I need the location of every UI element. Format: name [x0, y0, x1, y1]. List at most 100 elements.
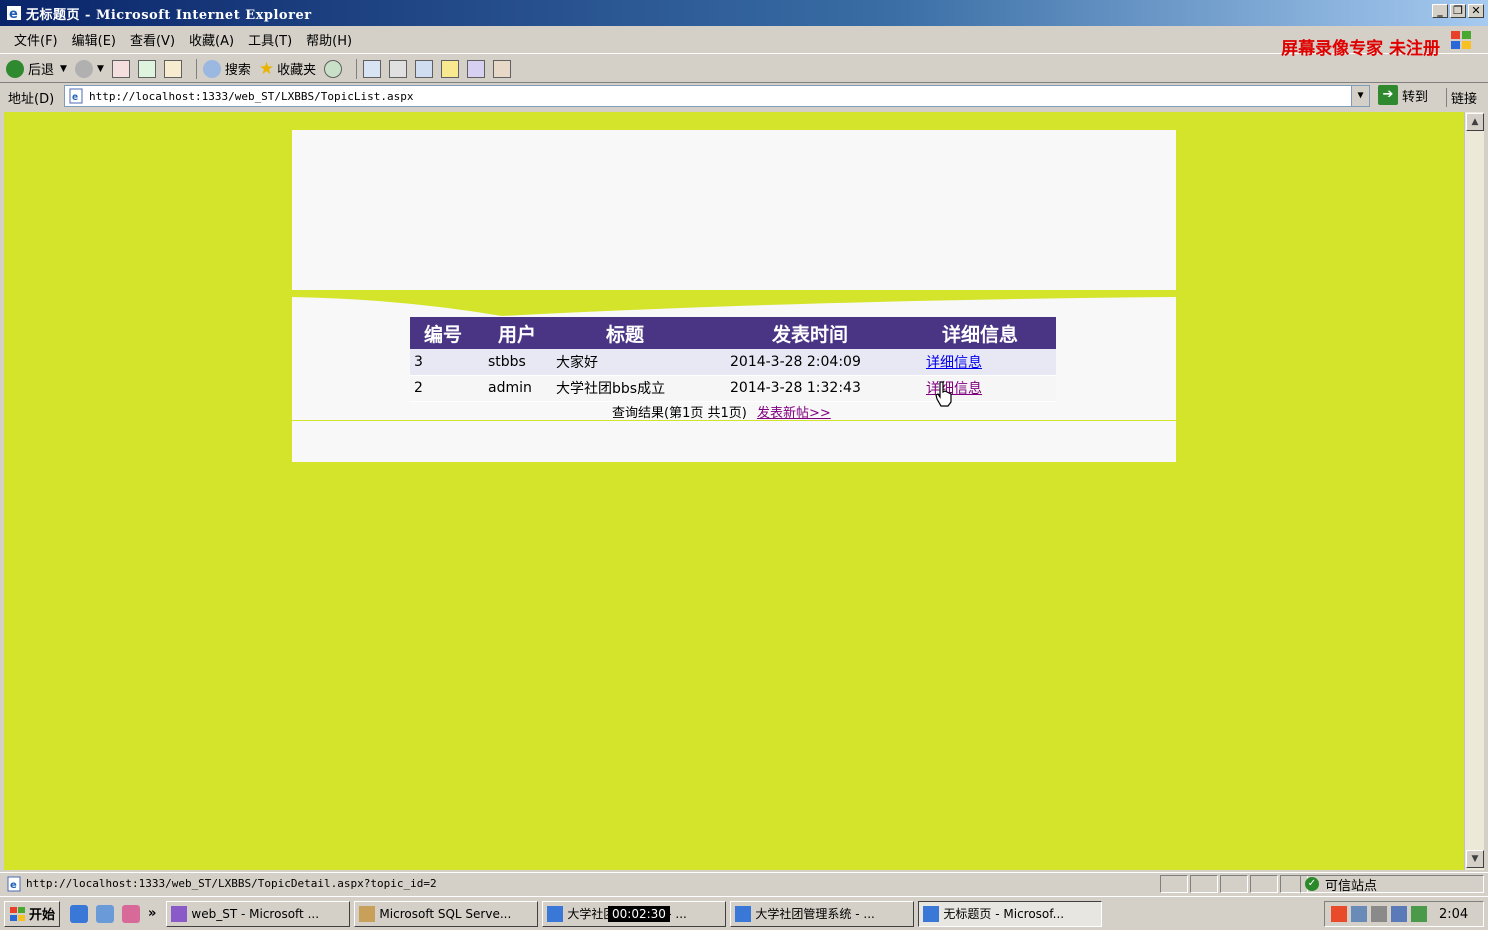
- page-viewport: 编号 用户 标题 发表时间 详细信息 3 stbbs 大家好 2014-3-28…: [4, 112, 1464, 870]
- menu-view[interactable]: 查看(V): [124, 30, 181, 49]
- task-label: 大学社团管理系统 - ...: [755, 907, 875, 921]
- header-id: 编号: [410, 317, 484, 349]
- topic-table: 编号 用户 标题 发表时间 详细信息 3 stbbs 大家好 2014-3-28…: [410, 317, 1056, 402]
- address-dropdown-icon[interactable]: ▼: [1351, 86, 1369, 106]
- menu-edit[interactable]: 编辑(E): [66, 30, 122, 49]
- forward-button[interactable]: ▼: [74, 59, 104, 78]
- ie-icon: e: [7, 6, 21, 21]
- vertical-scrollbar[interactable]: ▲ ▼: [1464, 112, 1484, 870]
- svg-text:e: e: [10, 880, 17, 891]
- minimize-button[interactable]: _: [1432, 4, 1448, 18]
- table-row: 3 stbbs 大家好 2014-3-28 2:04:09 详细信息: [410, 349, 1056, 376]
- quick-launch: »: [70, 904, 162, 923]
- back-button[interactable]: 后退 ▼: [6, 59, 67, 78]
- sql-agent-icon[interactable]: [1371, 906, 1387, 922]
- pager-text: 查询结果(第1页 共1页): [612, 406, 747, 421]
- monitor-icon[interactable]: [1391, 906, 1407, 922]
- start-button[interactable]: 开始: [4, 900, 61, 927]
- toolbar-separator: [195, 58, 197, 79]
- refresh-icon[interactable]: [137, 59, 156, 78]
- check-icon: ✓: [1305, 877, 1319, 891]
- ie-icon: [923, 905, 940, 922]
- task-label: Microsoft SQL Serve...: [379, 906, 512, 921]
- scroll-down-icon[interactable]: ▼: [1466, 850, 1484, 868]
- header-title: 标题: [554, 317, 714, 349]
- address-input[interactable]: e http://localhost:1333/web_ST/LXBBS/Top…: [64, 85, 1370, 107]
- menu-bar: 文件(F) 编辑(E) 查看(V) 收藏(A) 工具(T) 帮助(H) 屏幕录像…: [0, 26, 1488, 59]
- edit-launch-icon[interactable]: [122, 904, 141, 923]
- address-label: 地址(D): [8, 91, 55, 107]
- research-icon[interactable]: [493, 59, 512, 78]
- window-title: 无标题页 - Microsoft Internet Explorer: [26, 7, 312, 23]
- go-button[interactable]: ➔ 转到: [1378, 85, 1428, 105]
- toolbar-separator: [356, 58, 358, 79]
- more-chevron-icon[interactable]: »: [148, 906, 156, 921]
- recorder-icon[interactable]: [1411, 906, 1427, 922]
- ie-launch-icon[interactable]: [70, 904, 89, 923]
- task-button[interactable]: 大学社团管理系统 - ...: [730, 900, 915, 927]
- menu-tools[interactable]: 工具(T): [242, 30, 298, 49]
- detail-link[interactable]: 详细信息: [926, 355, 982, 371]
- back-dropdown-icon[interactable]: ▼: [60, 64, 67, 74]
- clock: 2:04: [1439, 906, 1469, 922]
- messenger-icon[interactable]: [467, 59, 486, 78]
- page-icon: e: [7, 876, 21, 891]
- print-icon[interactable]: [389, 59, 408, 78]
- back-arrow-icon: [6, 59, 24, 78]
- cell-title: 大学社团bbs成立: [554, 375, 714, 402]
- network-icon[interactable]: [1351, 906, 1367, 922]
- ie-icon: [547, 905, 564, 922]
- favorites-button[interactable]: ★ 收藏夹: [259, 59, 316, 79]
- header-user: 用户: [484, 317, 554, 349]
- status-url: http://localhost:1333/web_ST/LXBBS/Topic…: [26, 877, 437, 890]
- back-label: 后退: [28, 63, 55, 78]
- star-icon: ★: [258, 58, 275, 79]
- security-zone: ✓ 可信站点: [1300, 875, 1484, 894]
- menu-file[interactable]: 文件(F): [8, 30, 64, 49]
- task-button[interactable]: 无标题页 - Microsof...: [918, 900, 1103, 927]
- search-label: 搜索: [224, 63, 251, 78]
- recording-timer: 00:02:30: [608, 906, 670, 922]
- svg-text:e: e: [72, 92, 78, 103]
- task-button[interactable]: web_ST - Microsoft ...: [166, 900, 351, 927]
- cell-user: admin: [484, 375, 554, 402]
- edit-icon[interactable]: [415, 59, 434, 78]
- cell-time: 2014-3-28 1:32:43: [714, 375, 914, 402]
- ie-icon: [735, 905, 752, 922]
- windows-logo-icon: [1451, 31, 1471, 49]
- menu-favorites[interactable]: 收藏(A): [183, 30, 240, 49]
- forward-dropdown-icon[interactable]: ▼: [97, 64, 104, 74]
- status-cell: [1160, 875, 1188, 893]
- system-tray: 2:04: [1324, 901, 1484, 927]
- status-bar: e http://localhost:1333/web_ST/LXBBS/Top…: [0, 872, 1488, 894]
- input-method-icon[interactable]: [1331, 906, 1347, 922]
- pager: 查询结果(第1页 共1页) 发表新帖>>: [612, 402, 831, 421]
- search-icon: [202, 59, 221, 78]
- cell-time: 2014-3-28 2:04:09: [714, 349, 914, 376]
- task-label: 无标题页 - Microsof...: [943, 907, 1065, 921]
- new-post-link[interactable]: 发表新帖>>: [757, 406, 831, 421]
- links-button[interactable]: 链接: [1446, 88, 1477, 107]
- title-bar: e 无标题页 - Microsoft Internet Explorer _ ❐…: [0, 0, 1488, 26]
- restore-button[interactable]: ❐: [1450, 4, 1466, 18]
- stop-icon[interactable]: [111, 59, 130, 78]
- cell-id: 3: [410, 349, 484, 376]
- scroll-up-icon[interactable]: ▲: [1466, 113, 1484, 131]
- home-icon[interactable]: [163, 59, 182, 78]
- mail-icon[interactable]: [363, 59, 382, 78]
- menu-help[interactable]: 帮助(H): [300, 30, 358, 49]
- close-button[interactable]: ✕: [1468, 4, 1484, 18]
- status-cell: [1220, 875, 1248, 893]
- refresh-launch-icon[interactable]: [96, 904, 115, 923]
- table-header-row: 编号 用户 标题 发表时间 详细信息: [410, 317, 1056, 349]
- toolbar: 后退 ▼ ▼ 搜索 ★ 收藏夹: [0, 55, 1488, 83]
- cell-user: stbbs: [484, 349, 554, 376]
- header-wave-divider: [292, 290, 1176, 316]
- sql-server-icon: [359, 905, 376, 922]
- header-time: 发表时间: [714, 317, 914, 349]
- task-button[interactable]: Microsoft SQL Serve...: [354, 900, 539, 927]
- discuss-icon[interactable]: [441, 59, 460, 78]
- history-icon[interactable]: [324, 59, 343, 78]
- content-panel: 编号 用户 标题 发表时间 详细信息 3 stbbs 大家好 2014-3-28…: [292, 130, 1176, 462]
- search-button[interactable]: 搜索: [202, 59, 251, 78]
